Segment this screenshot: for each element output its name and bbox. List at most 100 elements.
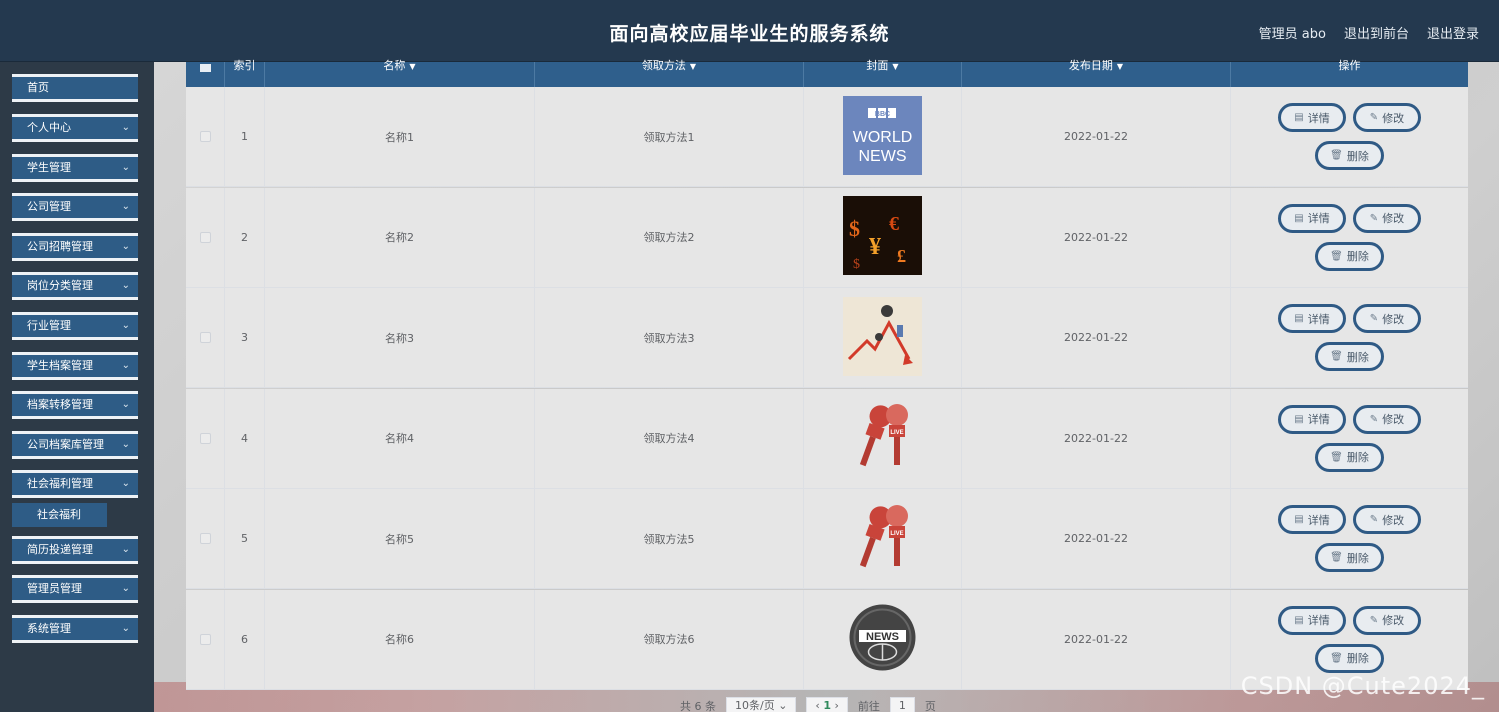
- detail-button[interactable]: ▤ 详情: [1278, 505, 1346, 534]
- delete-button[interactable]: 🗑 删除: [1315, 643, 1384, 673]
- sidebar-item-label: 系统管理: [27, 622, 71, 635]
- svg-text:NEWS: NEWS: [859, 148, 907, 165]
- actions-cell: ▤ 详情 ✎ 修改 🗑 删除: [1231, 87, 1468, 186]
- svg-text:¥: ¥: [869, 234, 881, 260]
- row-checkbox[interactable]: [199, 131, 211, 142]
- delete-button[interactable]: 🗑 删除: [1315, 241, 1384, 271]
- pagination: 共 6 条 10条/页 ⌄ ‹ 1 › 前往 1 页: [680, 697, 936, 712]
- row-checkbox[interactable]: [199, 332, 211, 343]
- sidebar-item[interactable]: 管理员管理 ⌄: [12, 575, 138, 603]
- sidebar-item[interactable]: 系统管理 ⌄: [12, 615, 138, 643]
- row-select-cell[interactable]: [186, 288, 225, 387]
- sidebar-item[interactable]: 社会福利管理 ⌄: [12, 470, 138, 498]
- sidebar-item[interactable]: 行业管理 ⌄: [12, 312, 138, 340]
- svg-text:LIVE: LIVE: [890, 531, 903, 537]
- sidebar-item-label: 学生管理: [27, 161, 71, 174]
- page-nav: ‹ 1 ›: [806, 697, 848, 712]
- sidebar-item-label: 学生档案管理: [27, 359, 93, 372]
- goto-page-input[interactable]: 1: [889, 697, 915, 712]
- name-cell: 名称4: [265, 388, 535, 488]
- svg-text:$: $: [849, 216, 860, 241]
- edit-button[interactable]: ✎ 修改: [1353, 605, 1421, 635]
- header-cover[interactable]: 封面 ▼: [804, 60, 962, 87]
- detail-button[interactable]: ▤ 详情: [1278, 203, 1346, 233]
- row-checkbox[interactable]: [199, 432, 211, 444]
- logout-link[interactable]: 退出登录: [1427, 23, 1479, 42]
- method-cell: 领取方法5: [535, 489, 804, 588]
- table-header: 索引 名称 ▼ 领取方法 ▼ 封面 ▼ 发布日期 ▼ 操作: [186, 60, 1468, 87]
- next-page-icon[interactable]: ›: [834, 699, 838, 712]
- detail-button[interactable]: ▤ 详情: [1278, 404, 1346, 434]
- method-cell: 领取方法4: [535, 388, 804, 488]
- detail-button[interactable]: ▤ 详情: [1278, 304, 1346, 333]
- delete-button[interactable]: 🗑 删除: [1315, 141, 1384, 170]
- edit-button[interactable]: ✎ 修改: [1353, 404, 1421, 434]
- sidebar-item[interactable]: 首页: [12, 74, 138, 102]
- sidebar-item[interactable]: 学生管理 ⌄: [12, 154, 138, 182]
- trash-icon: 🗑: [1330, 351, 1343, 362]
- cover-cell: NEWS: [804, 589, 962, 689]
- edit-button[interactable]: ✎ 修改: [1353, 103, 1421, 132]
- delete-button[interactable]: 🗑 删除: [1315, 543, 1384, 572]
- actions-cell: ▤ 详情 ✎ 修改 🗑 删除: [1231, 288, 1468, 387]
- sort-icon[interactable]: ▼: [1117, 62, 1123, 71]
- detail-button[interactable]: ▤ 详情: [1278, 605, 1346, 635]
- header-date[interactable]: 发布日期 ▼: [962, 60, 1231, 87]
- sidebar-item[interactable]: 简历投递管理 ⌄: [12, 536, 138, 564]
- svg-text:$: $: [853, 257, 860, 272]
- header-links: 管理员 abo 退出到前台 退出登录: [1259, 23, 1479, 42]
- header-select-all[interactable]: [186, 62, 225, 87]
- sidebar-item[interactable]: 学生档案管理 ⌄: [12, 352, 138, 380]
- document-icon: ▤: [1294, 514, 1304, 525]
- document-icon: ▤: [1294, 212, 1304, 224]
- cover-cell: LIVE: [804, 388, 962, 488]
- method-cell: 领取方法1: [535, 87, 804, 186]
- row-select-cell[interactable]: [186, 589, 225, 689]
- sidebar-item-label: 首页: [27, 81, 49, 94]
- page-size-select[interactable]: 10条/页 ⌄: [726, 697, 797, 712]
- sidebar-item[interactable]: 公司档案库管理 ⌄: [12, 431, 138, 459]
- watermark: CSDN @Cute2024_: [1240, 672, 1485, 700]
- select-all-checkbox[interactable]: [200, 64, 211, 72]
- row-select-cell[interactable]: [186, 187, 225, 287]
- trash-icon: 🗑: [1330, 652, 1343, 664]
- edit-button[interactable]: ✎ 修改: [1353, 203, 1421, 233]
- document-icon: ▤: [1294, 313, 1304, 324]
- sidebar-item[interactable]: 公司管理 ⌄: [12, 193, 138, 221]
- method-cell: 领取方法6: [535, 589, 804, 689]
- delete-button[interactable]: 🗑 删除: [1315, 342, 1384, 371]
- sidebar-item-label: 岗位分类管理: [27, 279, 93, 292]
- sidebar-item[interactable]: 个人中心 ⌄: [12, 114, 138, 142]
- header-name[interactable]: 名称 ▼: [265, 60, 535, 87]
- row-checkbox[interactable]: [199, 231, 211, 243]
- date-cell: 2022-01-22: [962, 388, 1231, 488]
- header-method[interactable]: 领取方法 ▼: [535, 60, 804, 87]
- svg-text:LIVE: LIVE: [890, 430, 903, 436]
- sidebar-subitem[interactable]: 社会福利: [12, 503, 107, 527]
- edit-button[interactable]: ✎ 修改: [1353, 304, 1421, 333]
- prev-page-icon[interactable]: ‹: [815, 699, 819, 712]
- detail-button[interactable]: ▤ 详情: [1278, 103, 1346, 132]
- header-index: 索引: [225, 60, 265, 87]
- pencil-icon: ✎: [1369, 514, 1379, 525]
- sidebar-item[interactable]: 岗位分类管理 ⌄: [12, 272, 138, 300]
- delete-button[interactable]: 🗑 删除: [1315, 442, 1384, 472]
- row-select-cell[interactable]: [186, 388, 225, 488]
- row-select-cell[interactable]: [186, 87, 225, 186]
- current-page[interactable]: 1: [823, 699, 831, 712]
- exit-to-front-link[interactable]: 退出到前台: [1344, 23, 1409, 42]
- sidebar-item-label: 公司档案库管理: [27, 438, 104, 451]
- edit-button[interactable]: ✎ 修改: [1353, 505, 1421, 534]
- row-select-cell[interactable]: [186, 489, 225, 588]
- sort-icon[interactable]: ▼: [409, 62, 415, 71]
- sidebar-item[interactable]: 档案转移管理 ⌄: [12, 391, 138, 419]
- document-icon: ▤: [1294, 112, 1304, 123]
- chevron-down-icon: ⌄: [121, 439, 130, 450]
- cover-image: $ ¥ € £ $: [843, 196, 922, 278]
- method-cell: 领取方法2: [535, 187, 804, 287]
- row-checkbox[interactable]: [199, 533, 211, 544]
- sort-icon[interactable]: ▼: [690, 62, 696, 71]
- sidebar-item[interactable]: 公司招聘管理 ⌄: [12, 233, 138, 261]
- sort-icon[interactable]: ▼: [892, 62, 898, 71]
- row-checkbox[interactable]: [199, 633, 211, 645]
